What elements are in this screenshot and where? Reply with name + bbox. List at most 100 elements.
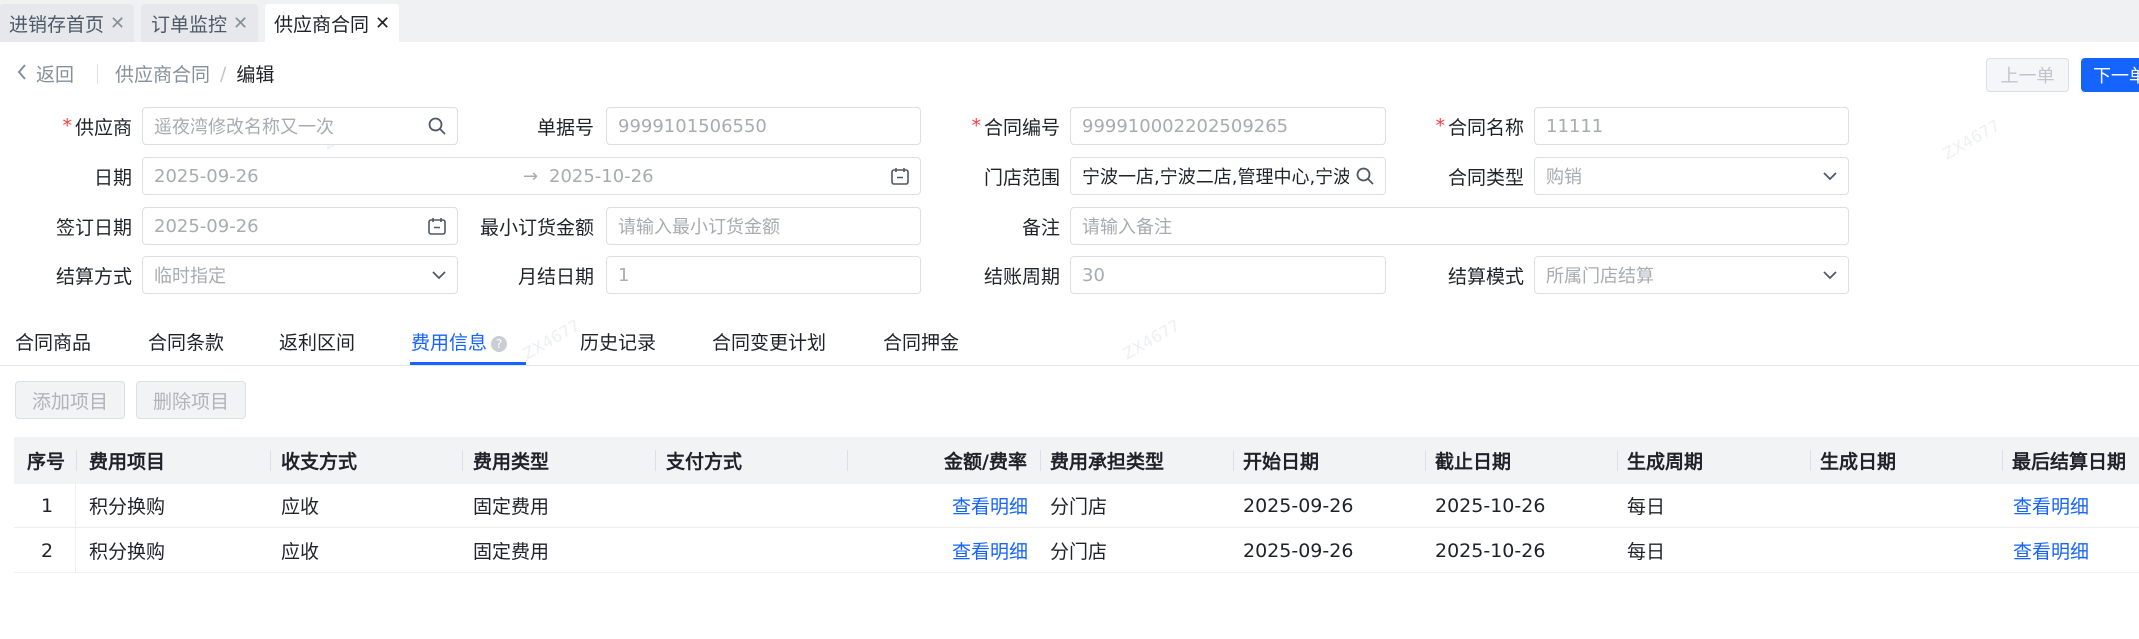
tab-deposit[interactable]: 合同押金	[883, 328, 959, 355]
page-tab-inventory-home[interactable]: 进销存首页 ✕	[0, 4, 134, 42]
col-fee-item: 费用项目	[89, 451, 166, 473]
sign-date-picker[interactable]: 2025-09-26	[142, 207, 458, 245]
monthly-date-label: 月结日期	[517, 265, 594, 288]
calendar-icon[interactable]	[427, 216, 447, 236]
billing-cycle-label: 结账周期	[983, 265, 1060, 288]
back-link[interactable]: 返回	[16, 60, 74, 87]
col-pay-method: 支付方式	[666, 451, 743, 473]
tab-change-plan[interactable]: 合同变更计划	[712, 328, 826, 355]
contract-type-select[interactable]: 购销	[1534, 157, 1849, 195]
col-end-date: 截止日期	[1435, 451, 1512, 473]
settle-mode-label: 结算模式	[1447, 265, 1524, 288]
contract-no-field[interactable]: 999910002202509265	[1070, 107, 1386, 145]
close-icon[interactable]: ✕	[233, 13, 248, 34]
divider	[97, 64, 98, 84]
store-scope-field[interactable]: 宁波一店,宁波二店,管理中心,宁波三店	[1070, 157, 1386, 195]
calendar-icon[interactable]	[890, 166, 910, 186]
supplier-label: * 供应商	[62, 115, 132, 139]
prev-record-button[interactable]: 上一单	[1986, 58, 2069, 92]
cell-end-date: 2025-10-26	[1435, 539, 1546, 562]
doc-no-label: 单据号	[536, 116, 594, 139]
cell-cycle: 每日	[1627, 496, 1666, 518]
date-start[interactable]: 2025-09-26	[154, 166, 523, 187]
col-amount: 金额/费率	[944, 451, 1027, 473]
settle-method-select[interactable]: 临时指定	[142, 256, 458, 294]
close-icon[interactable]: ✕	[110, 13, 125, 34]
chevron-left-icon	[16, 62, 28, 86]
min-order-input[interactable]: 请输入最小订货金额	[606, 207, 921, 245]
chevron-down-icon	[431, 270, 447, 280]
cell-end-date: 2025-10-26	[1435, 494, 1546, 517]
billing-cycle-input[interactable]: 30	[1070, 256, 1386, 294]
date-end[interactable]: 2025-10-26	[549, 166, 654, 187]
content-tabs: 合同商品 合同条款 返利区间 费用信息? 历史记录 合同变更计划 合同押金	[0, 318, 2139, 366]
chevron-down-icon	[1822, 171, 1838, 181]
cell-bearer: 分门店	[1050, 541, 1108, 563]
monthly-date-input[interactable]: 1	[606, 256, 921, 294]
cell-start-date: 2025-09-26	[1243, 539, 1354, 562]
page-tab-order-monitor[interactable]: 订单监控 ✕	[141, 4, 258, 42]
cell-bearer: 分门店	[1050, 496, 1108, 518]
settle-mode-select[interactable]: 所属门店结算	[1534, 256, 1849, 294]
col-cycle: 生成周期	[1627, 451, 1704, 473]
view-detail-link[interactable]: 查看明细	[2013, 483, 2089, 528]
search-icon[interactable]	[427, 116, 447, 136]
col-direction: 收支方式	[281, 451, 358, 473]
breadcrumb: 供应商合同 / 编辑	[115, 60, 274, 87]
cell-start-date: 2025-09-26	[1243, 494, 1354, 517]
store-scope-label: 门店范围	[983, 166, 1060, 189]
arrow-right-icon: →	[523, 165, 539, 187]
watermark: ZX4677	[1939, 115, 2004, 164]
breadcrumb-parent[interactable]: 供应商合同	[115, 60, 210, 87]
page-tab-label: 供应商合同	[273, 13, 369, 36]
tab-fee-info[interactable]: 费用信息?	[411, 328, 508, 355]
delete-item-button[interactable]: 删除项目	[136, 381, 246, 419]
contract-no-label: * 合同编号	[971, 115, 1060, 139]
tab-contract-terms[interactable]: 合同条款	[148, 328, 224, 355]
help-icon[interactable]: ?	[491, 335, 508, 352]
cell-direction: 应收	[281, 496, 320, 518]
cell-index: 1	[41, 494, 54, 517]
min-order-label: 最小订货金额	[479, 216, 594, 239]
contract-type-label: 合同类型	[1447, 166, 1524, 189]
table-row: 1 积分换购 应收 固定费用 查看明细 分门店 2025-09-26 2025-…	[14, 483, 2139, 528]
col-last-settle: 最后结算日期	[2012, 451, 2127, 473]
page-tab-bar: 进销存首页 ✕ 订单监控 ✕ 供应商合同 ✕	[0, 0, 2139, 42]
close-icon[interactable]: ✕	[375, 13, 390, 34]
date-label: 日期	[93, 166, 132, 189]
date-range-picker[interactable]: 2025-09-26 → 2025-10-26	[142, 157, 921, 195]
table-row: 2 积分换购 应收 固定费用 查看明细 分门店 2025-09-26 2025-…	[14, 528, 2139, 573]
cell-direction: 应收	[281, 541, 320, 563]
tab-rebate-range[interactable]: 返利区间	[279, 328, 355, 355]
back-label: 返回	[36, 64, 75, 86]
next-record-button[interactable]: 下一单	[2081, 58, 2139, 92]
remark-label: 备注	[1021, 216, 1060, 239]
col-fee-type: 费用类型	[473, 451, 550, 473]
add-item-button[interactable]: 添加项目	[15, 381, 125, 419]
cell-fee-type: 固定费用	[473, 496, 550, 518]
breadcrumb-separator: /	[220, 62, 227, 85]
cell-fee-item: 积分换购	[89, 541, 166, 563]
breadcrumb-current: 编辑	[236, 64, 275, 86]
col-gen-date: 生成日期	[1820, 451, 1897, 473]
cell-index: 2	[41, 539, 54, 562]
view-detail-link[interactable]: 查看明细	[952, 483, 1028, 528]
page-tab-label: 进销存首页	[8, 13, 104, 36]
doc-no-field[interactable]: 9999101506550	[606, 107, 921, 145]
tab-contract-goods[interactable]: 合同商品	[15, 328, 91, 355]
cell-cycle: 每日	[1627, 541, 1666, 563]
search-icon[interactable]	[1355, 166, 1375, 186]
view-detail-link[interactable]: 查看明细	[2013, 528, 2089, 573]
cell-fee-type: 固定费用	[473, 541, 550, 563]
col-start-date: 开始日期	[1243, 451, 1320, 473]
remark-input[interactable]: 请输入备注	[1070, 207, 1849, 245]
contract-name-label: * 合同名称	[1435, 115, 1524, 139]
tab-history[interactable]: 历史记录	[580, 328, 656, 355]
active-tab-indicator	[410, 362, 526, 365]
supplier-field[interactable]: 遥夜湾修改名称又一次	[142, 107, 458, 145]
view-detail-link[interactable]: 查看明细	[952, 528, 1028, 573]
page-tab-supplier-contract[interactable]: 供应商合同 ✕	[265, 4, 399, 42]
contract-name-field[interactable]: 11111	[1534, 107, 1849, 145]
table-header: 序号 费用项目 收支方式 费用类型 支付方式 金额/费率 费用承担类型 开始日期…	[14, 437, 2139, 484]
chevron-down-icon	[1822, 270, 1838, 280]
